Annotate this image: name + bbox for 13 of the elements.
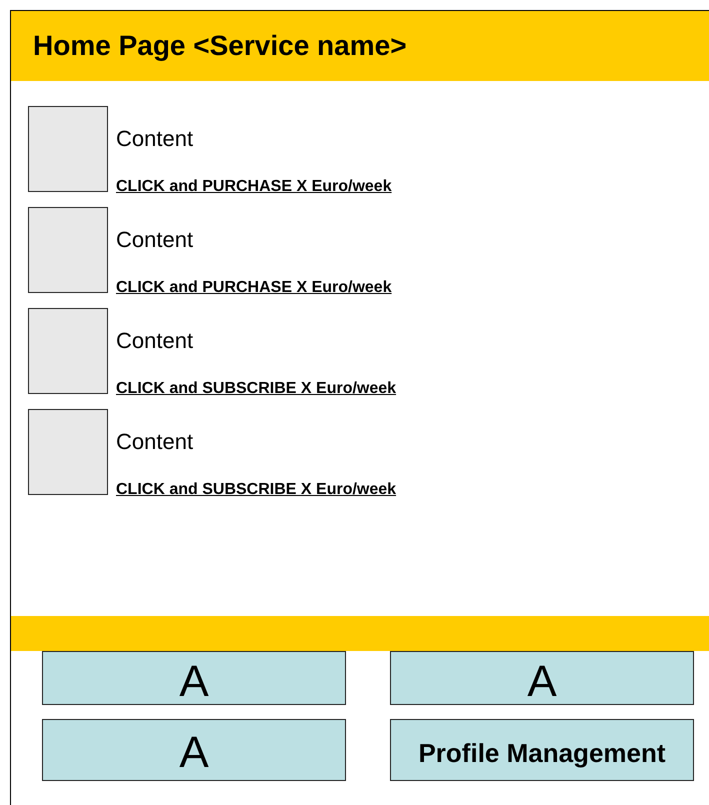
page-title: Home Page <Service name>	[33, 29, 407, 63]
content-text: Content	[116, 328, 194, 354]
menu-button[interactable]: A	[390, 651, 694, 705]
content-text: Content	[116, 126, 194, 152]
menu-button[interactable]: A	[42, 651, 346, 705]
purchase-link[interactable]: CLICK and SUBSCRIBE X Euro/week	[116, 379, 396, 399]
purchase-link[interactable]: CLICK and PURCHASE X Euro/week	[116, 177, 392, 197]
purchase-link[interactable]: CLICK and SUBSCRIBE X Euro/week	[116, 480, 396, 500]
menu-button[interactable]: A	[42, 719, 346, 781]
content-text: Content	[116, 429, 194, 455]
menu-button[interactable]: Profile Management	[390, 719, 694, 781]
content-text: Content	[116, 227, 194, 253]
purchase-link[interactable]: CLICK and PURCHASE X Euro/week	[116, 278, 392, 298]
